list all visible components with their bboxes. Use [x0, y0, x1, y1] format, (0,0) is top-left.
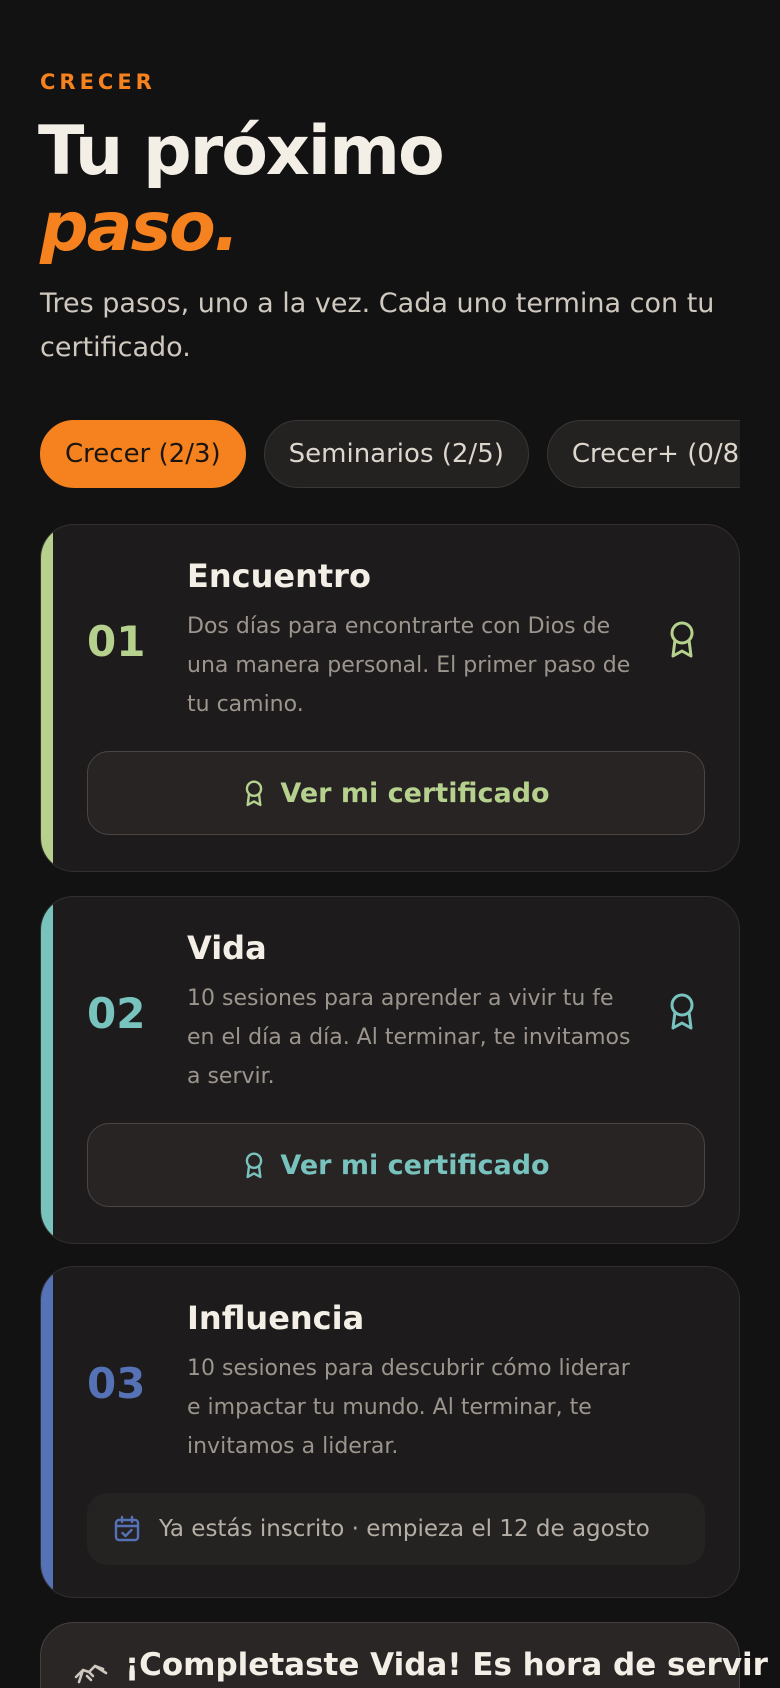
view-certificate-button[interactable]: Ver mi certificado [87, 751, 705, 835]
award-icon [670, 993, 694, 1030]
section-eyebrow: CRECER [40, 70, 156, 94]
step-card-influencia: 03 Influencia 10 sesiones para descubrir… [40, 1266, 740, 1598]
enrollment-status-text: Ya estás inscrito · empieza el 12 de ago… [159, 1516, 650, 1542]
step-title: Encuentro [187, 557, 371, 595]
program-tabs: Crecer (2/3) Seminarios (2/5) Crecer+ (0… [40, 420, 740, 488]
enrollment-status: Ya estás inscrito · empieza el 12 de ago… [87, 1493, 705, 1565]
completion-banner[interactable]: ¡Completaste Vida! Es hora de servir [40, 1622, 768, 1688]
step-number: 03 [87, 1359, 146, 1408]
step-description: Dos días para encontrarte con Dios de un… [187, 614, 631, 717]
view-certificate-label: Ver mi certificado [280, 777, 550, 809]
tab-crecer-plus[interactable]: Crecer+ (0/8) [546, 420, 740, 488]
step-description: 10 sesiones para descubrir cómo liderar … [187, 1356, 630, 1459]
page-subtitle: Tres pasos, uno a la vez. Cada uno termi… [40, 288, 715, 363]
tab-crecer[interactable]: Crecer (2/3) [40, 420, 246, 488]
completion-banner-text: ¡Completaste Vida! Es hora de servir [125, 1647, 768, 1683]
step-color-bar [41, 525, 53, 871]
step-description: 10 sesiones para aprender a vivir tu fe … [187, 986, 631, 1089]
award-icon [246, 1152, 263, 1179]
page-title-accent: paso. [40, 188, 240, 267]
step-color-bar [41, 1267, 53, 1597]
page-title: Tu próximo [38, 112, 445, 191]
tab-seminarios[interactable]: Seminarios (2/5) [263, 420, 529, 488]
handshake-icon [74, 1664, 108, 1684]
calendar-check-icon [114, 1515, 140, 1542]
view-certificate-button[interactable]: Ver mi certificado [87, 1123, 705, 1207]
award-icon [246, 780, 263, 807]
award-icon [670, 621, 694, 658]
step-title: Influencia [187, 1299, 365, 1337]
step-card-vida: 02 Vida 10 sesiones para aprender a vivi… [40, 896, 740, 1244]
step-color-bar [41, 897, 53, 1243]
step-number: 02 [87, 989, 146, 1038]
step-number: 01 [87, 617, 146, 666]
view-certificate-label: Ver mi certificado [280, 1149, 550, 1181]
step-card-encuentro: 01 Encuentro Dos días para encontrarte c… [40, 524, 740, 872]
step-title: Vida [187, 929, 267, 967]
